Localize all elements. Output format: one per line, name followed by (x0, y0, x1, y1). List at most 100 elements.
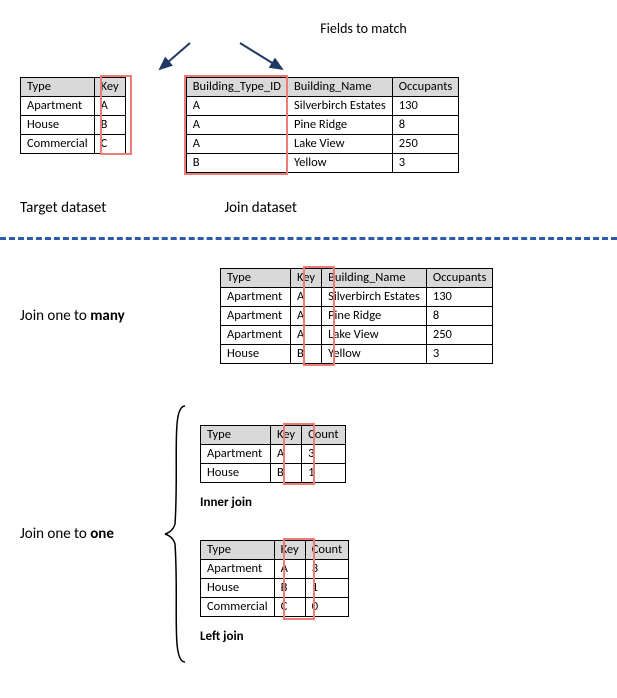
cell: Commercial (21, 135, 95, 154)
table-row: ApartmentA (21, 97, 126, 116)
col-building-name: Building_Name (322, 269, 427, 288)
table-row: ApartmentA3 (201, 444, 346, 463)
cell: 1 (305, 578, 348, 597)
table-row: CommercialC0 (201, 597, 349, 616)
cell: Apartment (221, 288, 291, 307)
cell: Pine Ridge (322, 307, 427, 326)
inner-join-table: Type Key Count ApartmentA3 HouseB1 (200, 425, 346, 483)
col-occupants: Occupants (426, 269, 493, 288)
join-col-occupants: Occupants (392, 78, 459, 97)
target-table: Type Key ApartmentA HouseB CommercialC (20, 77, 126, 154)
one-to-many-table-wrap: Type Key Building_Name Occupants Apartme… (220, 268, 493, 364)
cell: 3 (392, 154, 459, 173)
one-to-many-table: Type Key Building_Name Occupants Apartme… (220, 268, 493, 364)
cell: A (291, 326, 322, 345)
cell: A (274, 559, 305, 578)
cell: A (186, 116, 287, 135)
arrows-svg (20, 41, 617, 75)
table-row: ALake View250 (186, 135, 459, 154)
cell: Apartment (221, 307, 291, 326)
col-key: Key (274, 540, 305, 559)
target-col-type: Type (21, 78, 95, 97)
col-key: Key (271, 425, 302, 444)
cell: 1 (302, 463, 345, 482)
cell: A (186, 97, 287, 116)
table-row: ApartmentA3 (201, 559, 349, 578)
cell: 8 (392, 116, 459, 135)
cell: House (201, 578, 275, 597)
col-type: Type (201, 540, 275, 559)
join-table-wrap: Building_Type_ID Building_Name Occupants… (186, 77, 460, 173)
label-bold: one (90, 525, 114, 543)
cell: Lake View (287, 135, 392, 154)
cell: 3 (302, 444, 345, 463)
cell: Apartment (201, 559, 275, 578)
table-row: ApartmentASilverbirch Estates130 (221, 288, 493, 307)
col-type: Type (201, 425, 271, 444)
table-row: HouseB (21, 116, 126, 135)
cell: Apartment (221, 326, 291, 345)
one-to-many-label: Join one to many (20, 307, 170, 325)
cell: Yellow (287, 154, 392, 173)
target-caption: Target dataset (20, 199, 106, 217)
cell: House (221, 345, 291, 364)
cell: B (291, 345, 322, 364)
table-row: BYellow3 (186, 154, 459, 173)
join-col-building-type-id: Building_Type_ID (186, 78, 287, 97)
col-count: Count (302, 425, 345, 444)
cell: B (94, 116, 125, 135)
table-row: APine Ridge8 (186, 116, 459, 135)
cell: B (274, 578, 305, 597)
label-text: Join one to (20, 525, 90, 543)
left-join-table: Type Key Count ApartmentA3 HouseB1 Comme… (200, 540, 349, 617)
table-row: ApartmentAPine Ridge8 (221, 307, 493, 326)
fields-to-match-label: Fields to match (130, 20, 597, 37)
cell: 130 (392, 97, 459, 116)
cell: Silverbirch Estates (322, 288, 427, 307)
cell: 8 (426, 307, 493, 326)
cell: 130 (426, 288, 493, 307)
table-row: CommercialC (21, 135, 126, 154)
cell: 3 (305, 559, 348, 578)
left-join-caption: Left join (200, 629, 349, 644)
inner-join-block: Type Key Count ApartmentA3 HouseB1 Inner… (200, 425, 349, 510)
table-row: ApartmentALake View250 (221, 326, 493, 345)
col-type: Type (221, 269, 291, 288)
cell: A (291, 288, 322, 307)
cell: 250 (392, 135, 459, 154)
label-bold: many (90, 307, 125, 325)
cell: Yellow (322, 345, 427, 364)
cell: B (271, 463, 302, 482)
one-to-one-label: Join one to one (20, 525, 150, 543)
cell: Apartment (201, 444, 271, 463)
target-col-key: Key (94, 78, 125, 97)
left-join-block: Type Key Count ApartmentA3 HouseB1 Comme… (200, 540, 349, 644)
cell: A (94, 97, 125, 116)
cell: A (186, 135, 287, 154)
cell: House (21, 116, 95, 135)
arrows-container (20, 41, 597, 71)
brace-icon (160, 404, 190, 664)
cell: 3 (426, 345, 493, 364)
table-row: HouseBYellow3 (221, 345, 493, 364)
join-caption: Join dataset (224, 199, 297, 217)
section-divider (0, 237, 617, 240)
cell: Apartment (21, 97, 95, 116)
cell: Lake View (322, 326, 427, 345)
cell: C (274, 597, 305, 616)
cell: 0 (305, 597, 348, 616)
cell: A (291, 307, 322, 326)
table-row: ASilverbirch Estates130 (186, 97, 459, 116)
table-row: HouseB1 (201, 463, 346, 482)
join-table: Building_Type_ID Building_Name Occupants… (186, 77, 460, 173)
cell: Silverbirch Estates (287, 97, 392, 116)
col-key: Key (291, 269, 322, 288)
cell: C (94, 135, 125, 154)
table-row: HouseB1 (201, 578, 349, 597)
cell: 250 (426, 326, 493, 345)
cell: House (201, 463, 271, 482)
cell: A (271, 444, 302, 463)
cell: Pine Ridge (287, 116, 392, 135)
target-table-wrap: Type Key ApartmentA HouseB CommercialC (20, 77, 126, 154)
inner-join-caption: Inner join (200, 495, 349, 510)
